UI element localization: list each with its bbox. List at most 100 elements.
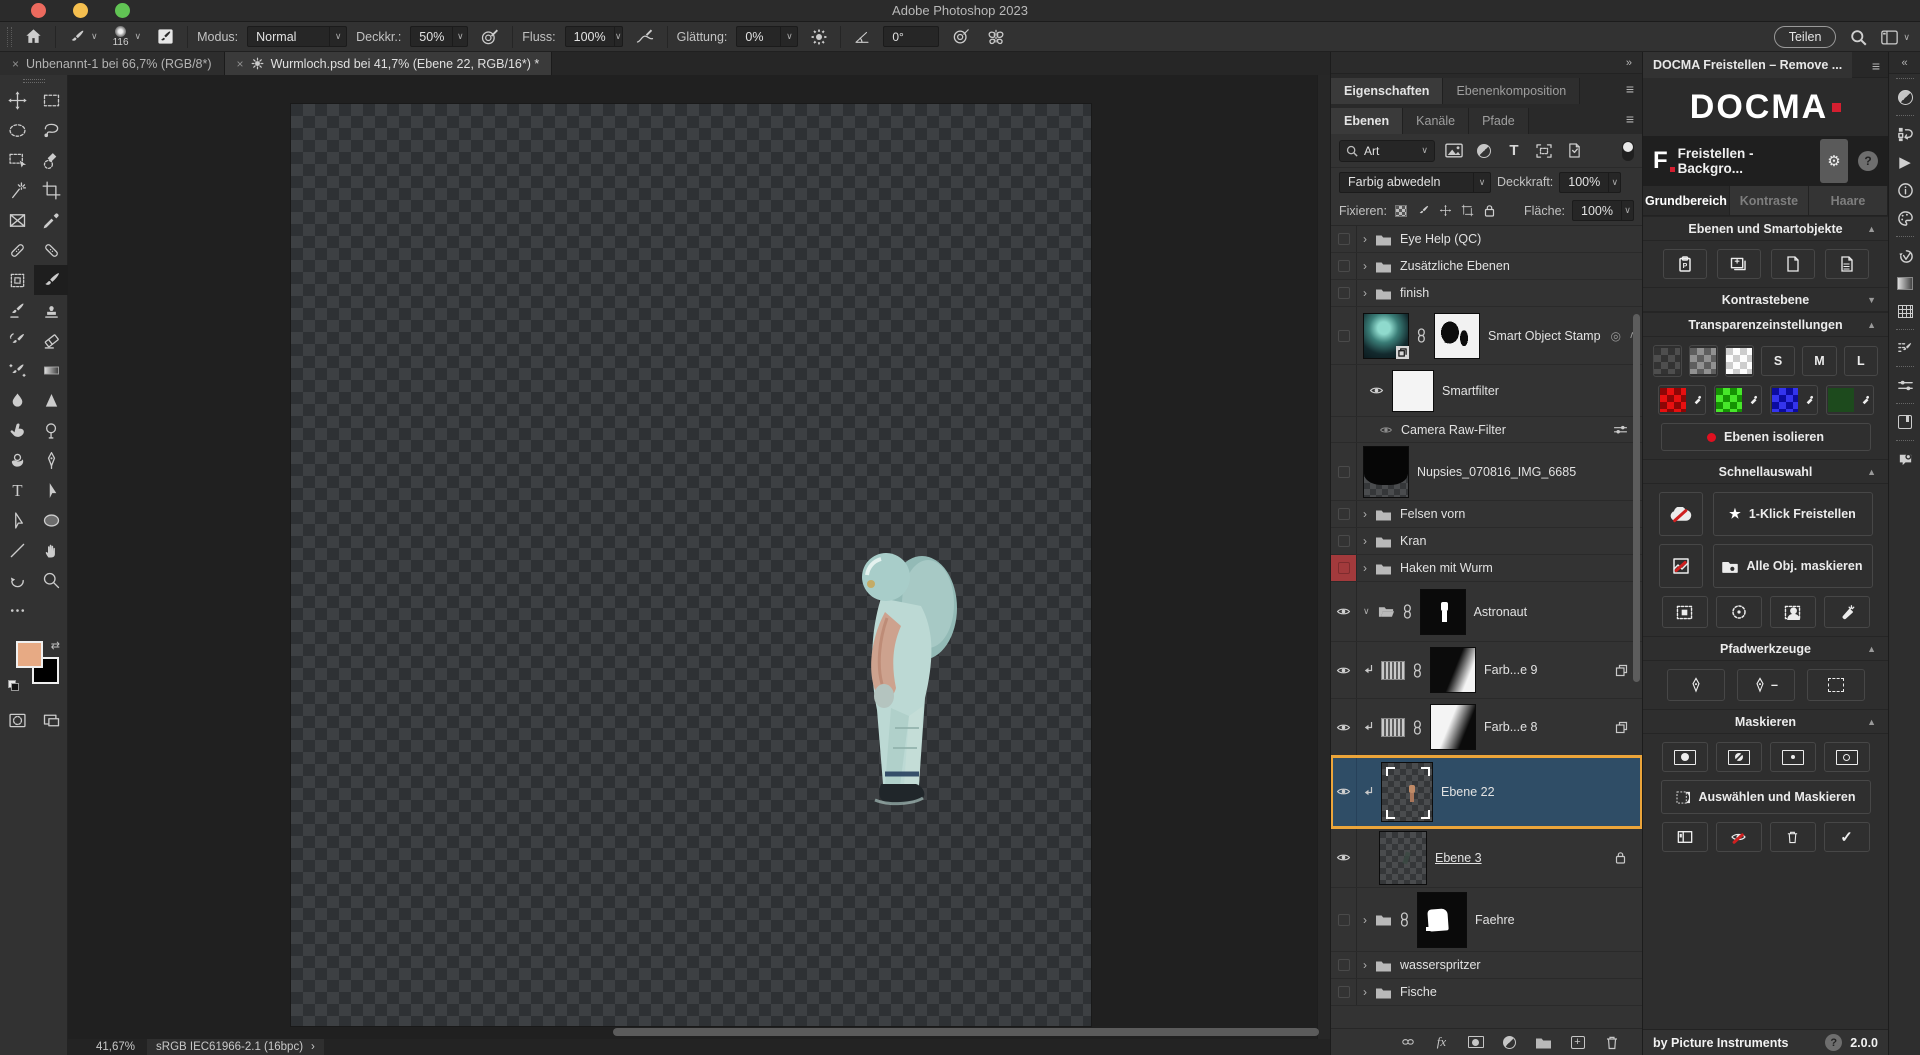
search-icon[interactable] [1850,29,1867,46]
mixer-brush-tool[interactable] [0,295,34,325]
section-kontrastebene[interactable]: Kontrastebene▼ [1643,287,1888,312]
toggle-brush-settings-button[interactable] [153,25,178,49]
layer-row-zusaetzliche[interactable]: › Zusätzliche Ebenen [1331,253,1642,280]
filter-shape-layers-icon[interactable] [1533,142,1555,160]
default-colors-icon[interactable] [8,680,19,691]
layer-row-wasserspritzer[interactable]: › wasserspritzer [1331,952,1642,979]
tab-ebenenkomposition[interactable]: Ebenenkomposition [1443,78,1580,104]
screen-mode-button[interactable] [34,705,68,735]
new-document-with-settings-button[interactable] [1825,249,1869,279]
magic-wand-tool[interactable] [0,175,34,205]
elliptical-marquee-tool[interactable] [0,115,34,145]
size-s-button[interactable]: S [1761,346,1795,376]
layer-row-eye-help[interactable]: › Eye Help (QC) [1331,226,1642,253]
chevron-right-icon[interactable]: › [1363,985,1367,999]
new-group-icon[interactable] [1535,1034,1552,1050]
chevron-right-icon[interactable]: › [1363,958,1367,972]
lock-artboard-icon[interactable] [1460,204,1475,218]
auswaehlen-und-maskieren-button[interactable]: Auswählen und Maskieren [1661,780,1871,814]
patch-tool[interactable] [0,265,34,295]
filter-settings-icon[interactable] [1613,424,1628,435]
pressure-flow-icon[interactable] [632,25,658,49]
info-panel-icon[interactable] [1889,176,1920,204]
help-button[interactable]: ? [1858,151,1878,171]
layer-row-felsen[interactable]: › Felsen vorn [1331,501,1642,528]
opacity-select[interactable]: 50% ∨ [410,26,468,47]
visibility-toggle[interactable] [1331,888,1357,951]
mask-link-icon[interactable] [1403,604,1412,619]
filter-adjustment-layers-icon[interactable] [1473,142,1495,160]
quick-mask-button[interactable] [0,705,34,735]
section-ebenen-smartobjekte[interactable]: Ebenen und Smartobjekte▲ [1643,216,1888,241]
layer-thumbnail[interactable] [1381,762,1433,822]
eyedropper-tool[interactable] [34,205,68,235]
size-m-button[interactable]: M [1802,346,1836,376]
tab-unbenannt[interactable]: × Unbenannt-1 bei 66,7% (RGB/8*) [0,52,225,75]
crop-tool[interactable] [34,175,68,205]
visibility-toggle[interactable] [1331,528,1357,554]
layer-thumbnail[interactable] [1363,446,1409,498]
quick-selection-tool[interactable] [34,145,68,175]
select-portrait-button[interactable] [1770,596,1816,628]
ellipse-shape-tool[interactable] [34,505,68,535]
lock-pixels-icon[interactable] [1416,204,1431,218]
chevron-right-icon[interactable]: › [1363,259,1367,273]
apply-mask-button[interactable]: ✓ [1824,822,1870,852]
mask-ring-button[interactable] [1824,742,1870,772]
layer-mask-thumbnail[interactable] [1430,647,1476,693]
lock-position-icon[interactable] [1438,204,1453,218]
layer-style-fx-icon[interactable]: fx [1433,1034,1450,1050]
pen-tool[interactable] [34,445,68,475]
magic-selection-brush-button[interactable] [1824,596,1870,628]
add-adjustment-layer-icon[interactable] [1501,1034,1518,1050]
rotate-view-tool[interactable] [0,565,34,595]
teilen-button[interactable]: Teilen [1774,26,1837,48]
tool-presets-panel-icon[interactable] [1889,371,1920,399]
transparency-medium-button[interactable] [1689,345,1718,377]
burn-tool[interactable] [0,445,34,475]
mask-link-icon[interactable] [1400,912,1409,927]
visibility-toggle[interactable] [1331,756,1357,827]
tab-ebenen[interactable]: Ebenen [1331,108,1403,134]
eye-icon[interactable] [1369,385,1384,396]
adjustment-layer-thumbnail[interactable] [1381,661,1405,680]
layer-row-smart-object-stamp[interactable]: Smart Object Stamp ◎ ∧ [1331,307,1642,365]
brush-tool[interactable] [34,265,68,295]
chevron-right-icon[interactable]: › [1363,507,1367,521]
path-selection-area-button[interactable] [1807,669,1865,701]
object-selection-tool[interactable] [0,145,34,175]
airbrush-icon[interactable] [948,25,974,49]
blend-mode-select[interactable]: Normal ∨ [247,26,347,47]
direct-selection-tool[interactable] [0,505,34,535]
symmetry-butterfly-icon[interactable] [983,25,1009,49]
panel-collapse-row[interactable]: » [1331,52,1642,74]
document-transparency-checkerboard[interactable] [291,104,1091,1026]
mask-dot-button[interactable] [1770,742,1816,772]
layer-row-nupsies[interactable]: Nupsies_070816_IMG_6685 [1331,443,1642,501]
layer-row-ebene-3[interactable]: Ebene 3 [1331,828,1642,888]
brush-tool-preset[interactable]: ∨ [65,25,101,49]
filter-type-select[interactable]: Art ∨ [1339,140,1435,162]
filter-toggle-switch[interactable] [1622,141,1634,161]
remove-background-layer-button[interactable] [1659,544,1703,588]
chevron-expanded-icon[interactable]: ∨ [1363,606,1370,617]
home-button[interactable] [21,25,46,49]
expand-dock-icon[interactable]: « [1889,52,1920,74]
blur-tool[interactable] [0,385,34,415]
brush-settings-panel-icon[interactable] [1889,334,1920,362]
clone-source-panel-icon[interactable] [1889,445,1920,473]
chevron-right-icon[interactable]: › [1363,534,1367,548]
close-icon[interactable]: × [12,57,19,71]
adjustment-layer-thumbnail[interactable] [1381,718,1405,737]
section-schnellauswahl[interactable]: Schnellauswahl▲ [1643,459,1888,484]
libraries-panel-icon[interactable] [1889,408,1920,436]
select-subject-button[interactable] [1662,596,1708,628]
rotate-panel-icon[interactable] [1889,241,1920,269]
visibility-toggle[interactable] [1331,582,1357,641]
link-layers-icon[interactable] [1399,1034,1416,1050]
visibility-toggle[interactable] [1331,280,1357,306]
visibility-toggle[interactable] [1331,443,1357,500]
gear-icon[interactable] [807,25,831,49]
layer-row-farbflaeche-9[interactable]: Farb...e 9 [1331,642,1642,699]
select-focus-button[interactable] [1716,596,1762,628]
